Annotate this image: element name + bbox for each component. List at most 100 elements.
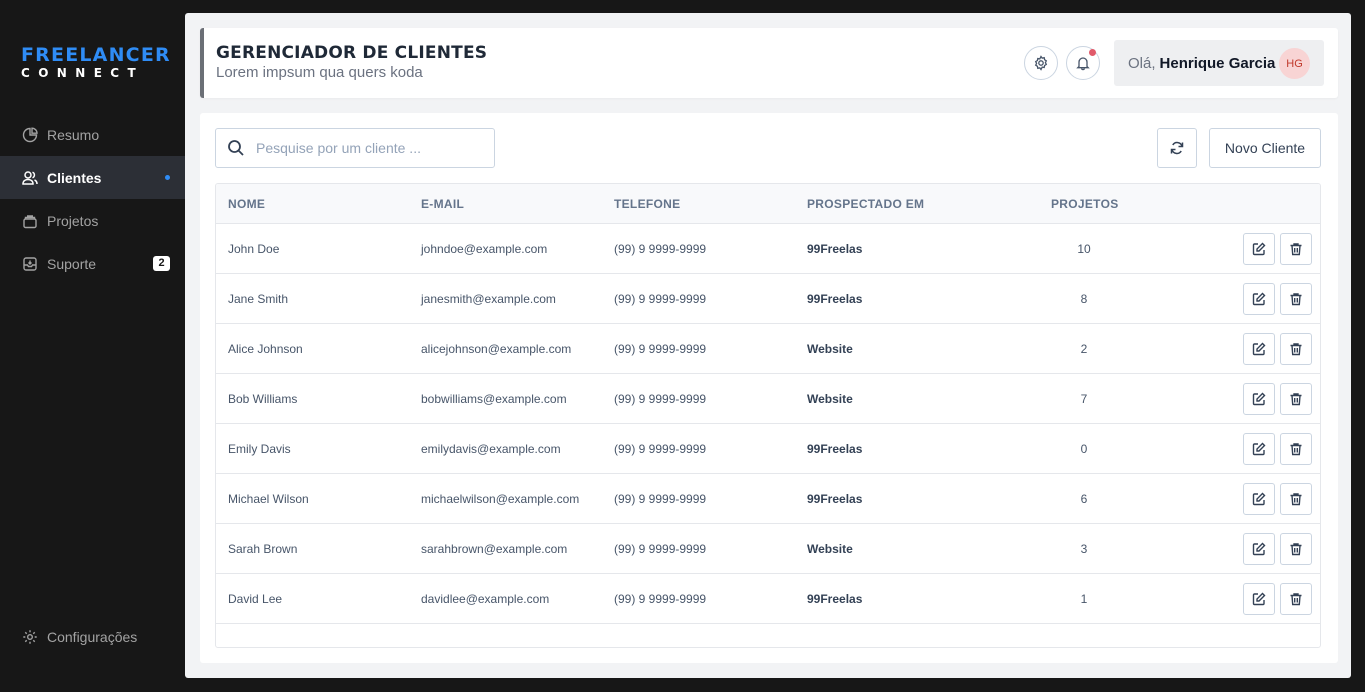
- client-phone: (99) 9 9999-9999: [614, 442, 707, 456]
- avatar[interactable]: HG: [1279, 48, 1310, 79]
- trash-icon: [1289, 242, 1303, 256]
- client-name: Bob Williams: [228, 392, 298, 406]
- client-phone: (99) 9 9999-9999: [614, 342, 707, 356]
- refresh-button[interactable]: [1157, 128, 1197, 168]
- client-source: 99Freelas: [807, 442, 863, 456]
- trash-icon: [1289, 542, 1303, 556]
- column-header-prospectado: PROSPECTADO EM: [807, 197, 925, 211]
- trash-icon: [1289, 592, 1303, 606]
- folder-icon: [21, 212, 38, 229]
- delete-button[interactable]: [1280, 333, 1312, 365]
- client-source: 99Freelas: [807, 292, 863, 306]
- active-indicator-dot: [165, 175, 170, 180]
- delete-button[interactable]: [1280, 533, 1312, 565]
- client-email: johndoe@example.com: [421, 242, 548, 256]
- delete-button[interactable]: [1280, 233, 1312, 265]
- client-source: Website: [807, 342, 853, 356]
- table-row: Emily Davis emilydavis@example.com (99) 9 …: [216, 424, 1320, 474]
- client-source: 99Freelas: [807, 592, 863, 606]
- trash-icon: [1289, 292, 1303, 306]
- column-header-telefone: TELEFONE: [614, 197, 681, 211]
- edit-button[interactable]: [1243, 233, 1275, 265]
- client-name: David Lee: [228, 592, 283, 606]
- column-header-projetos: PROJETOS: [1051, 197, 1119, 211]
- client-name: Michael Wilson: [228, 492, 309, 506]
- edit-button[interactable]: [1243, 433, 1275, 465]
- client-email: davidlee@example.com: [421, 592, 550, 606]
- edit-icon: [1252, 242, 1266, 256]
- users-icon: [21, 169, 38, 186]
- sidebar-item-label: Projetos: [47, 212, 99, 229]
- notification-dot: [1089, 49, 1096, 56]
- search-input[interactable]: [256, 140, 476, 156]
- delete-button[interactable]: [1280, 483, 1312, 515]
- user-menu[interactable]: Olá, Henrique Garcia HG: [1114, 40, 1324, 86]
- client-source: Website: [807, 392, 853, 406]
- sidebar-item-clientes[interactable]: Clientes: [0, 156, 185, 199]
- table-body: John Doe johndoe@example.com (99) 9 9999-9…: [216, 224, 1320, 624]
- sidebar-item-suporte[interactable]: Suporte 2: [0, 242, 185, 285]
- edit-button[interactable]: [1243, 533, 1275, 565]
- table-row: Michael Wilson michaelwilson@example.com (…: [216, 474, 1320, 524]
- edit-button[interactable]: [1243, 383, 1275, 415]
- client-name: Alice Johnson: [228, 342, 303, 356]
- client-source: 99Freelas: [807, 242, 863, 256]
- trash-icon: [1289, 442, 1303, 456]
- edit-button[interactable]: [1243, 283, 1275, 315]
- client-projects-count: 8: [1080, 292, 1088, 306]
- client-email: michaelwilson@example.com: [421, 492, 580, 506]
- delete-button[interactable]: [1280, 383, 1312, 415]
- delete-button[interactable]: [1280, 583, 1312, 615]
- clients-card: Novo Cliente NOME E-MAIL TELEFONE PROSPE…: [200, 113, 1338, 663]
- trash-icon: [1289, 492, 1303, 506]
- delete-button[interactable]: [1280, 283, 1312, 315]
- edit-icon: [1252, 392, 1266, 406]
- delete-button[interactable]: [1280, 433, 1312, 465]
- settings-button[interactable]: [1024, 46, 1058, 80]
- app-logo: FREELANCER CONNECT: [21, 44, 171, 80]
- edit-icon: [1252, 492, 1266, 506]
- sidebar: FREELANCER CONNECT Resumo Clientes Proje…: [0, 0, 185, 692]
- new-client-button[interactable]: Novo Cliente: [1209, 128, 1321, 168]
- page-subtitle: Lorem impsum qua quers koda: [216, 64, 423, 81]
- client-email: janesmith@example.com: [421, 292, 556, 306]
- table-row: David Lee davidlee@example.com (99) 9 9999…: [216, 574, 1320, 624]
- client-projects-count: 3: [1080, 542, 1088, 556]
- sidebar-item-resumo[interactable]: Resumo: [0, 113, 185, 156]
- client-projects-count: 10: [1077, 242, 1091, 256]
- logo-text-primary: FREELANCER: [21, 44, 171, 66]
- sidebar-item-label: Resumo: [47, 126, 100, 143]
- inbox-icon: [21, 255, 38, 272]
- edit-button[interactable]: [1243, 583, 1275, 615]
- sidebar-item-label: Clientes: [47, 169, 102, 186]
- sidebar-item-projetos[interactable]: Projetos: [0, 199, 185, 242]
- edit-button[interactable]: [1243, 483, 1275, 515]
- gear-icon: [21, 628, 38, 645]
- page-title: GERENCIADOR DE CLIENTES: [216, 43, 488, 63]
- edit-icon: [1252, 342, 1266, 356]
- column-header-nome: NOME: [228, 197, 266, 211]
- notifications-button[interactable]: [1066, 46, 1100, 80]
- client-email: alicejohnson@example.com: [421, 342, 572, 356]
- greeting-text: Olá,: [1128, 54, 1156, 72]
- client-name: Jane Smith: [228, 292, 289, 306]
- client-projects-count: 6: [1080, 492, 1088, 506]
- client-phone: (99) 9 9999-9999: [614, 242, 707, 256]
- client-source: Website: [807, 542, 853, 556]
- clients-table: NOME E-MAIL TELEFONE PROSPECTADO EM PROJ…: [215, 183, 1321, 648]
- table-row: Alice Johnson alicejohnson@example.com (99…: [216, 324, 1320, 374]
- bell-icon: [1075, 55, 1091, 71]
- edit-button[interactable]: [1243, 333, 1275, 365]
- client-name: Sarah Brown: [228, 542, 298, 556]
- search-icon: [227, 139, 245, 157]
- edit-icon: [1252, 592, 1266, 606]
- gear-icon: [1033, 55, 1049, 71]
- client-email: bobwilliams@example.com: [421, 392, 567, 406]
- table-header: NOME E-MAIL TELEFONE PROSPECTADO EM PROJ…: [216, 184, 1320, 224]
- search-box[interactable]: [215, 128, 495, 168]
- table-row: John Doe johndoe@example.com (99) 9 9999-9…: [216, 224, 1320, 274]
- table-row: Bob Williams bobwilliams@example.com (99) …: [216, 374, 1320, 424]
- sidebar-item-configuracoes[interactable]: Configurações: [0, 615, 185, 658]
- sidebar-item-label: Configurações: [47, 628, 138, 645]
- trash-icon: [1289, 342, 1303, 356]
